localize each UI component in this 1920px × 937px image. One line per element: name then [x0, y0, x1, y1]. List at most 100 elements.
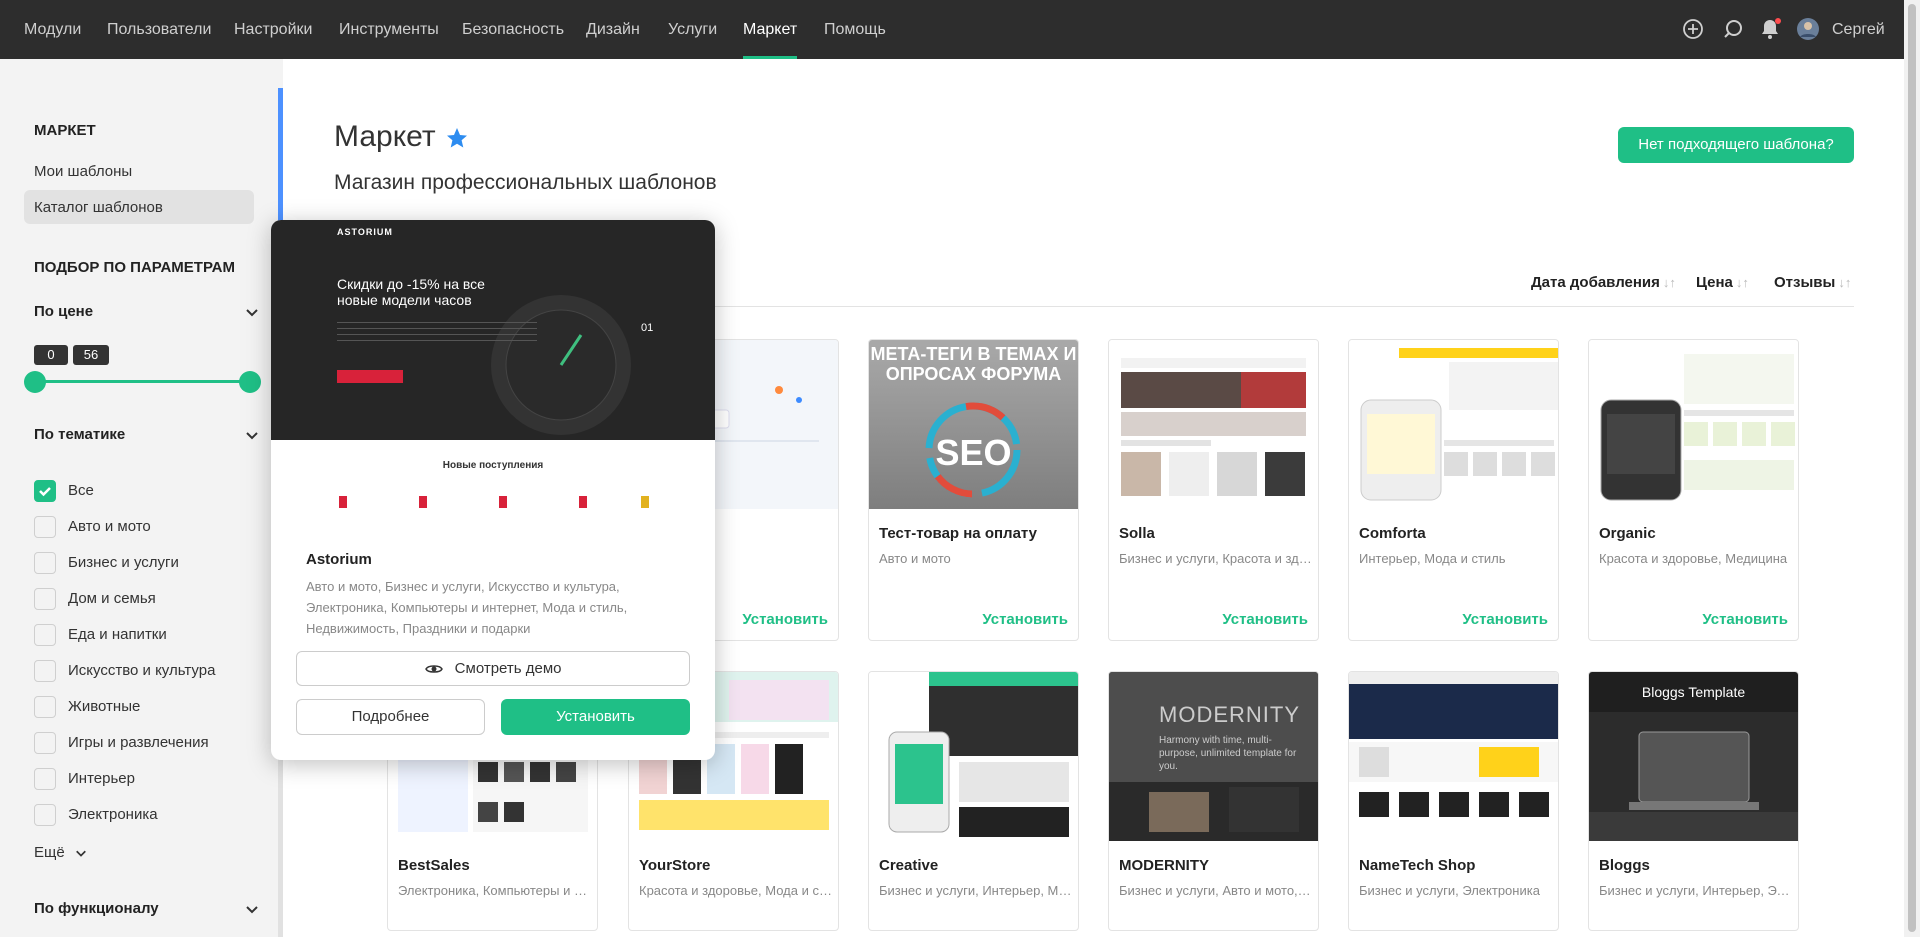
view-demo-button[interactable]: Смотреть демо: [296, 651, 690, 686]
bloggs-logo: Bloggs Template: [1641, 684, 1746, 700]
theme-checkbox[interactable]: [34, 696, 56, 718]
nav-item-settings[interactable]: Настройки: [234, 0, 312, 59]
nav-item-users[interactable]: Пользователи: [107, 0, 211, 59]
theme-checkbox[interactable]: [34, 516, 56, 538]
theme-checkbox-label[interactable]: Электроника: [68, 806, 158, 823]
user-name[interactable]: Сергей: [1832, 0, 1885, 59]
template-card[interactable]: NameTech Shop Бизнес и услуги, Электрони…: [1348, 671, 1559, 931]
card-title[interactable]: YourStore: [639, 857, 710, 874]
sidebar-link-catalog[interactable]: Каталог шаблонов: [34, 199, 163, 216]
theme-checkbox-label[interactable]: Еда и напитки: [68, 626, 167, 643]
sort-reviews-label: Отзывы: [1774, 274, 1836, 291]
theme-checkbox[interactable]: [34, 552, 56, 574]
template-card[interactable]: Creative Бизнес и услуги, Интерьер, Мода: [868, 671, 1079, 931]
card-tags: Красота и здоровье, Медицина: [1599, 551, 1788, 566]
card-preview-image: МЕТА-ТЕГИ В ТЕМАХ И ОПРОСАХ ФОРУМА SEO: [869, 340, 1078, 509]
card-title[interactable]: MODERNITY: [1119, 857, 1209, 874]
card-title[interactable]: NameTech Shop: [1359, 857, 1475, 874]
chevron-down-icon[interactable]: [245, 305, 259, 319]
popup-hero-text: Скидки до -15% на все новые модели часов: [337, 276, 485, 308]
price-slider-max-handle[interactable]: [239, 371, 261, 393]
card-title[interactable]: Organic: [1599, 525, 1656, 542]
template-card[interactable]: МЕТА-ТЕГИ В ТЕМАХ И ОПРОСАХ ФОРУМА SEO Т…: [868, 339, 1079, 641]
avatar[interactable]: [1796, 17, 1820, 41]
eye-icon: [424, 665, 443, 673]
popup-section-title: Новые поступления: [442, 460, 544, 471]
bell-icon[interactable]: [1758, 17, 1782, 41]
details-button[interactable]: Подробнее: [296, 699, 485, 735]
theme-checkbox-label[interactable]: Интерьер: [68, 770, 135, 787]
more-themes-link[interactable]: Ещё: [34, 844, 87, 861]
card-title[interactable]: Bloggs: [1599, 857, 1650, 874]
theme-checkbox-label[interactable]: Дом и семья: [68, 590, 156, 607]
nav-item-services[interactable]: Услуги: [668, 0, 717, 59]
theme-checkbox-label[interactable]: Авто и мото: [68, 518, 151, 535]
sort-by-date[interactable]: Дата добавления ↓↑: [1531, 274, 1676, 291]
card-title[interactable]: Solla: [1119, 525, 1155, 542]
card-preview-image: [869, 672, 1078, 841]
page-scrollbar-thumb[interactable]: [1908, 4, 1916, 932]
sidebar-section-title: МАРКЕТ: [34, 122, 96, 139]
theme-checkbox[interactable]: [34, 480, 56, 502]
price-slider-track[interactable]: [36, 380, 250, 383]
template-preview-popup[interactable]: ASTORIUM Скидки до -15% на все новые мод…: [271, 220, 715, 760]
sort-by-price[interactable]: Цена ↓↑: [1696, 274, 1749, 291]
theme-checkbox[interactable]: [34, 588, 56, 610]
star-icon[interactable]: [445, 126, 469, 150]
theme-checkbox-label[interactable]: Искусство и культура: [68, 662, 215, 679]
func-filter-title[interactable]: По функционалу: [34, 900, 159, 917]
card-title[interactable]: Comforta: [1359, 525, 1426, 542]
nav-item-security[interactable]: Безопасность: [462, 0, 564, 59]
popup-install-button[interactable]: Установить: [501, 699, 690, 735]
install-button[interactable]: Установить: [1702, 611, 1788, 628]
sort-price-label: Цена: [1696, 274, 1733, 291]
card-tags: Бизнес и услуги, Электроника: [1359, 883, 1540, 898]
install-button[interactable]: Установить: [982, 611, 1068, 628]
theme-checkbox-label[interactable]: Бизнес и услуги: [68, 554, 179, 571]
price-slider-min-handle[interactable]: [24, 371, 46, 393]
popup-title[interactable]: Astorium: [306, 551, 372, 568]
nav-item-tools[interactable]: Инструменты: [339, 0, 439, 59]
popup-preview-image: ASTORIUM Скидки до -15% на все новые мод…: [271, 220, 715, 528]
theme-checkbox[interactable]: [34, 660, 56, 682]
card-title[interactable]: BestSales: [398, 857, 470, 874]
sort-date-label: Дата добавления: [1531, 274, 1660, 291]
no-template-button[interactable]: Нет подходящего шаблона?: [1618, 127, 1854, 163]
chevron-down-icon[interactable]: [245, 902, 259, 916]
card-title[interactable]: Тест-товар на оплату: [879, 525, 1037, 542]
nav-item-modules[interactable]: Модули: [24, 0, 81, 59]
search-icon[interactable]: [1721, 17, 1745, 41]
sort-by-reviews[interactable]: Отзывы ↓↑: [1774, 274, 1851, 291]
theme-checkbox-label[interactable]: Животные: [68, 698, 140, 715]
price-max-value: 56: [73, 345, 109, 365]
theme-checkbox[interactable]: [34, 804, 56, 826]
theme-filter-title[interactable]: По тематике: [34, 426, 125, 443]
card-tags: Красота и здоровье, Мода и стиль: [639, 883, 834, 898]
nav-item-design[interactable]: Дизайн: [586, 0, 640, 59]
theme-checkbox[interactable]: [34, 768, 56, 790]
theme-checkbox[interactable]: [34, 624, 56, 646]
install-button[interactable]: Установить: [1222, 611, 1308, 628]
theme-checkbox-label[interactable]: Все: [68, 482, 94, 499]
card-tags: Интерьер, Мода и стиль: [1359, 551, 1506, 566]
chevron-down-icon[interactable]: [245, 428, 259, 442]
card-preview-image: [1349, 672, 1558, 841]
install-button[interactable]: Установить: [1462, 611, 1548, 628]
nav-item-help[interactable]: Помощь: [824, 0, 886, 59]
price-filter-title[interactable]: По цене: [34, 303, 93, 320]
theme-checkbox[interactable]: [34, 732, 56, 754]
plus-circle-icon[interactable]: [1681, 17, 1705, 41]
template-card[interactable]: Comforta Интерьер, Мода и стиль Установи…: [1348, 339, 1559, 641]
template-card[interactable]: Solla Бизнес и услуги, Красота и здоровь…: [1108, 339, 1319, 641]
nav-item-market[interactable]: Маркет: [743, 0, 798, 59]
sort-arrows-icon: ↓↑: [1735, 275, 1749, 290]
sort-arrows-icon: ↓↑: [1838, 275, 1852, 290]
template-card[interactable]: MODERNITY Harmony with time, multi-purpo…: [1108, 671, 1319, 931]
template-card[interactable]: Organic Красота и здоровье, Медицина Уст…: [1588, 339, 1799, 641]
install-button[interactable]: Установить: [742, 611, 828, 628]
card-preview-image: [1349, 340, 1558, 509]
theme-checkbox-label[interactable]: Игры и развлечения: [68, 734, 209, 751]
sidebar-link-my-templates[interactable]: Мои шаблоны: [34, 163, 132, 180]
card-title[interactable]: Creative: [879, 857, 938, 874]
template-card[interactable]: Bloggs Template Bloggs Бизнес и услуги, …: [1588, 671, 1799, 931]
